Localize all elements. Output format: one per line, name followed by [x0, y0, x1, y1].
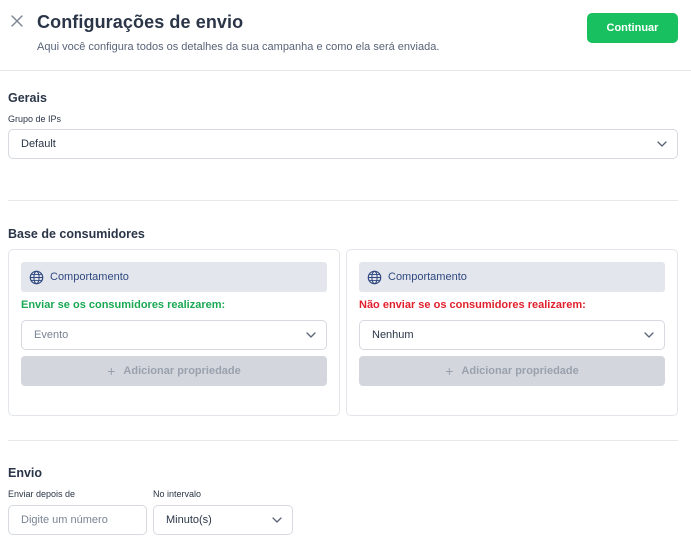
- exclude-condition-label: Não enviar se os consumidores realizarem…: [359, 299, 586, 311]
- section-title-gerais: Gerais: [8, 91, 47, 105]
- plus-icon: +: [445, 363, 454, 379]
- divider: [8, 440, 678, 441]
- page-title: Configurações de envio: [37, 12, 244, 32]
- include-panel: Comportamento Enviar se os consumidores …: [8, 249, 340, 416]
- send-after-input[interactable]: [8, 505, 147, 535]
- ip-group-label: Grupo de IPs: [8, 114, 62, 124]
- exclude-event-select[interactable]: Nenhum: [359, 320, 665, 350]
- include-event-select[interactable]: Evento: [21, 320, 327, 350]
- chevron-down-icon: [644, 332, 654, 338]
- globe-icon: [29, 270, 44, 284]
- continue-button[interactable]: Continuar: [587, 13, 678, 43]
- send-after-label: Enviar depois de: [8, 489, 76, 499]
- include-add-property-label: Adicionar propriedade: [123, 365, 241, 377]
- chevron-down-icon: [657, 141, 667, 147]
- include-behavior-tab[interactable]: Comportamento: [21, 262, 327, 292]
- section-title-base: Base de consumidores: [8, 227, 145, 241]
- include-behavior-label: Comportamento: [50, 271, 129, 283]
- plus-icon: +: [107, 363, 116, 379]
- chevron-down-icon: [306, 332, 316, 338]
- interval-value: Minuto(s): [166, 514, 212, 526]
- exclude-panel: Comportamento Não enviar se os consumido…: [346, 249, 678, 416]
- ip-group-select[interactable]: Default: [8, 129, 678, 159]
- chevron-down-icon: [272, 517, 282, 523]
- interval-select[interactable]: Minuto(s): [153, 505, 293, 535]
- exclude-add-property-button[interactable]: + Adicionar propriedade: [359, 356, 665, 386]
- interval-label: No intervalo: [153, 489, 202, 499]
- page-header: Configurações de envio Aqui você configu…: [0, 0, 691, 71]
- include-add-property-button[interactable]: + Adicionar propriedade: [21, 356, 327, 386]
- include-condition-label: Enviar se os consumidores realizarem:: [21, 299, 226, 311]
- page-subtitle: Aqui você configura todos os detalhes da…: [37, 41, 440, 53]
- section-title-envio: Envio: [8, 466, 43, 480]
- globe-icon: [367, 270, 382, 284]
- close-icon[interactable]: [10, 14, 24, 28]
- divider: [8, 200, 678, 201]
- exclude-event-value: Nenhum: [372, 329, 414, 341]
- include-event-value: Evento: [34, 329, 69, 341]
- ip-group-value: Default: [21, 138, 56, 150]
- exclude-behavior-tab[interactable]: Comportamento: [359, 262, 665, 292]
- exclude-behavior-label: Comportamento: [388, 271, 467, 283]
- exclude-add-property-label: Adicionar propriedade: [461, 365, 579, 377]
